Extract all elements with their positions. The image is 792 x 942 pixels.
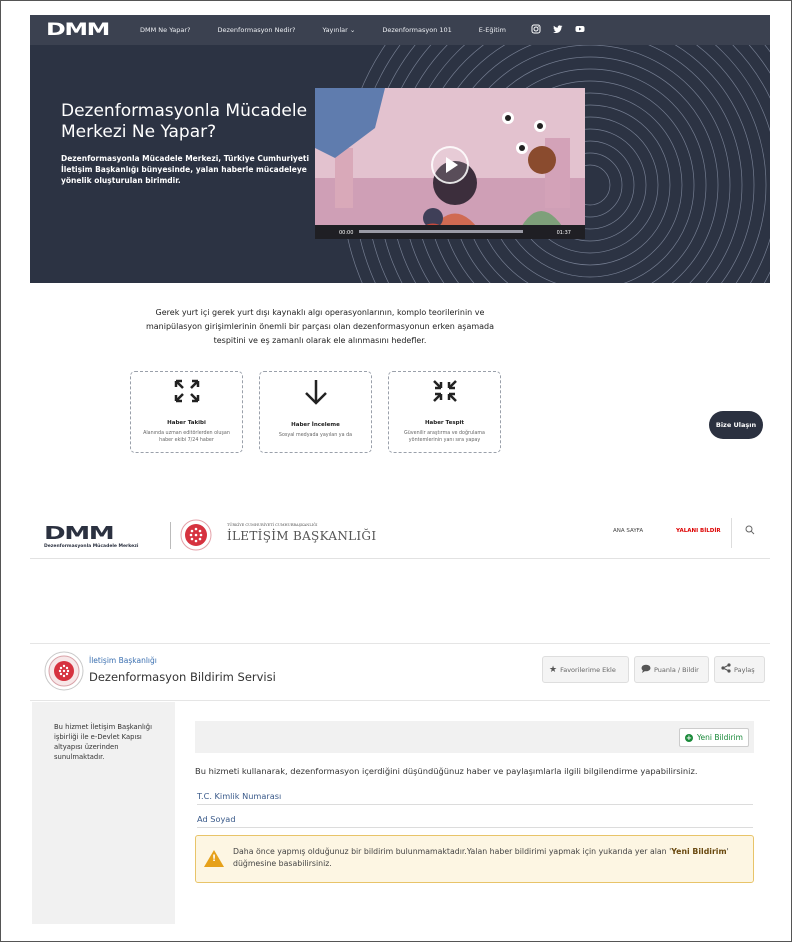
speech-bubble-icon — [641, 664, 651, 676]
header-divider — [170, 522, 171, 549]
warning-icon: ! — [204, 850, 224, 867]
social-links — [531, 24, 585, 37]
video-progress-bar[interactable] — [359, 230, 523, 233]
add-favorite-label: Favorilerime Ekle — [560, 665, 616, 674]
card-description: Güvenilir araştırma ve doğrulama yönteml… — [404, 431, 485, 443]
video-duration: 01:37 — [556, 230, 571, 236]
star-icon: ★ — [549, 664, 558, 675]
new-report-button[interactable]: + Yeni Bildirim — [678, 728, 749, 747]
warning-text: Daha önce yapmış olduğunuz bir bildirim … — [233, 847, 672, 856]
service-body: Bu hizmet İletişim Başkanlığı işbirliği … — [30, 700, 770, 926]
new-report-label: Yeni Bildirim — [696, 733, 743, 742]
plus-circle-icon: + — [684, 733, 693, 742]
presidency-seal-icon — [180, 519, 212, 551]
service-divider — [30, 643, 770, 644]
sidebar-info-text: Bu hizmet İletişim Başkanlığı işbirliği … — [54, 723, 153, 761]
dmm-top-nav: DMM DMM Ne Yapar? Dezenformasyon Nedir? … — [30, 15, 770, 45]
video-current-time: 00:00 — [339, 230, 354, 236]
warning-message: Daha önce yapmış olduğunuz bir bildirim … — [233, 846, 743, 869]
collapse-icon — [389, 377, 500, 414]
service-org-link[interactable]: İletişim Başkanlığı — [89, 656, 157, 665]
card-description: Sosyal medyada yayılan ya da — [278, 433, 353, 438]
card-title: Haber Takibi — [167, 420, 206, 426]
org-name[interactable]: İLETİŞİM BAŞKANLIĞI — [227, 529, 376, 543]
share-button[interactable]: Paylaş — [714, 656, 765, 683]
youtube-icon[interactable] — [575, 24, 585, 37]
nav-item-yayinlar[interactable]: Yayınlar ⌄ — [323, 26, 356, 34]
expand-icon — [131, 377, 242, 414]
nav-divider — [731, 518, 732, 548]
nav-item-dezenformasyon-nedir[interactable]: Dezenformasyon Nedir? — [218, 26, 296, 34]
service-title: Dezenformasyon Bildirim Servisi — [89, 670, 276, 684]
tc-id-field: T.C. Kimlik Numarası — [197, 791, 753, 805]
dmm-logo[interactable]: DMM — [46, 20, 130, 40]
nav-home[interactable]: ANA SAYFA — [613, 528, 643, 534]
instagram-icon[interactable] — [531, 24, 541, 37]
arrow-down-icon — [260, 377, 371, 416]
card-description: Alanında uzman editörlerden oluşan haber… — [143, 431, 230, 443]
rate-report-label: Puanla / Bildir — [654, 665, 699, 674]
logo-subtitle: Dezenformasyonla Mücadele Merkezi — [44, 544, 139, 549]
service-description: Bu hizmeti kullanarak, dezenformasyon iç… — [195, 766, 698, 776]
add-favorite-button[interactable]: ★ Favorilerime Ekle — [542, 656, 629, 683]
card-title: Haber Tespit — [424, 420, 465, 426]
card-title: Haber İnceleme — [291, 422, 340, 428]
intro-paragraph: Gerek yurt içi gerek yurt dışı kaynaklı … — [145, 308, 495, 345]
twitter-icon[interactable] — [553, 24, 563, 37]
rate-report-button[interactable]: Puanla / Bildir — [634, 656, 709, 683]
card-haber-takibi[interactable]: Haber Takibi Alanında uzman editörlerden… — [130, 371, 243, 453]
video-controls: 00:00 01:37 — [315, 225, 585, 239]
warning-bold-button-name: Yeni Bildirim — [671, 847, 727, 856]
dmm-logo[interactable]: DMM Dezenformasyonla Mücadele Merkezi — [44, 525, 139, 550]
card-haber-tespit[interactable]: Haber Tespit Güvenilir araştırma ve doğr… — [388, 371, 501, 453]
nav-report-lie[interactable]: YALANI BİLDİR — [676, 528, 721, 534]
share-icon — [721, 663, 731, 676]
hero-description: Dezenformasyonla Mücadele Merkezi, Türki… — [61, 154, 310, 185]
play-button-icon[interactable] — [431, 146, 469, 184]
full-name-field: Ad Soyad — [197, 814, 753, 828]
service-seal-icon — [44, 651, 84, 691]
logo-mark: DMM — [44, 523, 115, 544]
nav-item-dmm-ne-yapar[interactable]: DMM Ne Yapar? — [140, 26, 191, 34]
contact-us-button[interactable]: Bize Ulaşın — [709, 411, 763, 439]
dmm-nav-menu: DMM Ne Yapar? Dezenformasyon Nedir? Yayı… — [140, 26, 533, 34]
hero-section: Dezenformasyonla Mücadele Merkezi Ne Yap… — [30, 45, 770, 283]
service-toolbar: + Yeni Bildirim — [195, 721, 754, 753]
card-haber-inceleme[interactable]: Haber İnceleme Sosyal medyada yayılan ya… — [259, 371, 372, 453]
video-player[interactable]: 00:00 01:37 — [315, 88, 585, 239]
nav-item-e-egitim[interactable]: E-Eğitim — [479, 26, 506, 34]
share-label: Paylaş — [734, 665, 755, 674]
gov-site-header: DMM Dezenformasyonla Mücadele Merkezi TÜ… — [30, 510, 770, 559]
org-caption: TÜRKİYE CUMHURİYETİ CUMHURBAŞKANLIĞI — [227, 523, 318, 527]
info-warning-box: ! Daha önce yapmış olduğunuz bir bildiri… — [195, 835, 754, 883]
service-sidebar: Bu hizmet İletişim Başkanlığı işbirliği … — [32, 702, 175, 924]
hero-title: Dezenformasyonla Mücadele Merkezi Ne Yap… — [61, 101, 308, 142]
nav-item-dezenformasyon-101[interactable]: Dezenformasyon 101 — [382, 26, 451, 34]
search-icon[interactable] — [745, 525, 755, 538]
